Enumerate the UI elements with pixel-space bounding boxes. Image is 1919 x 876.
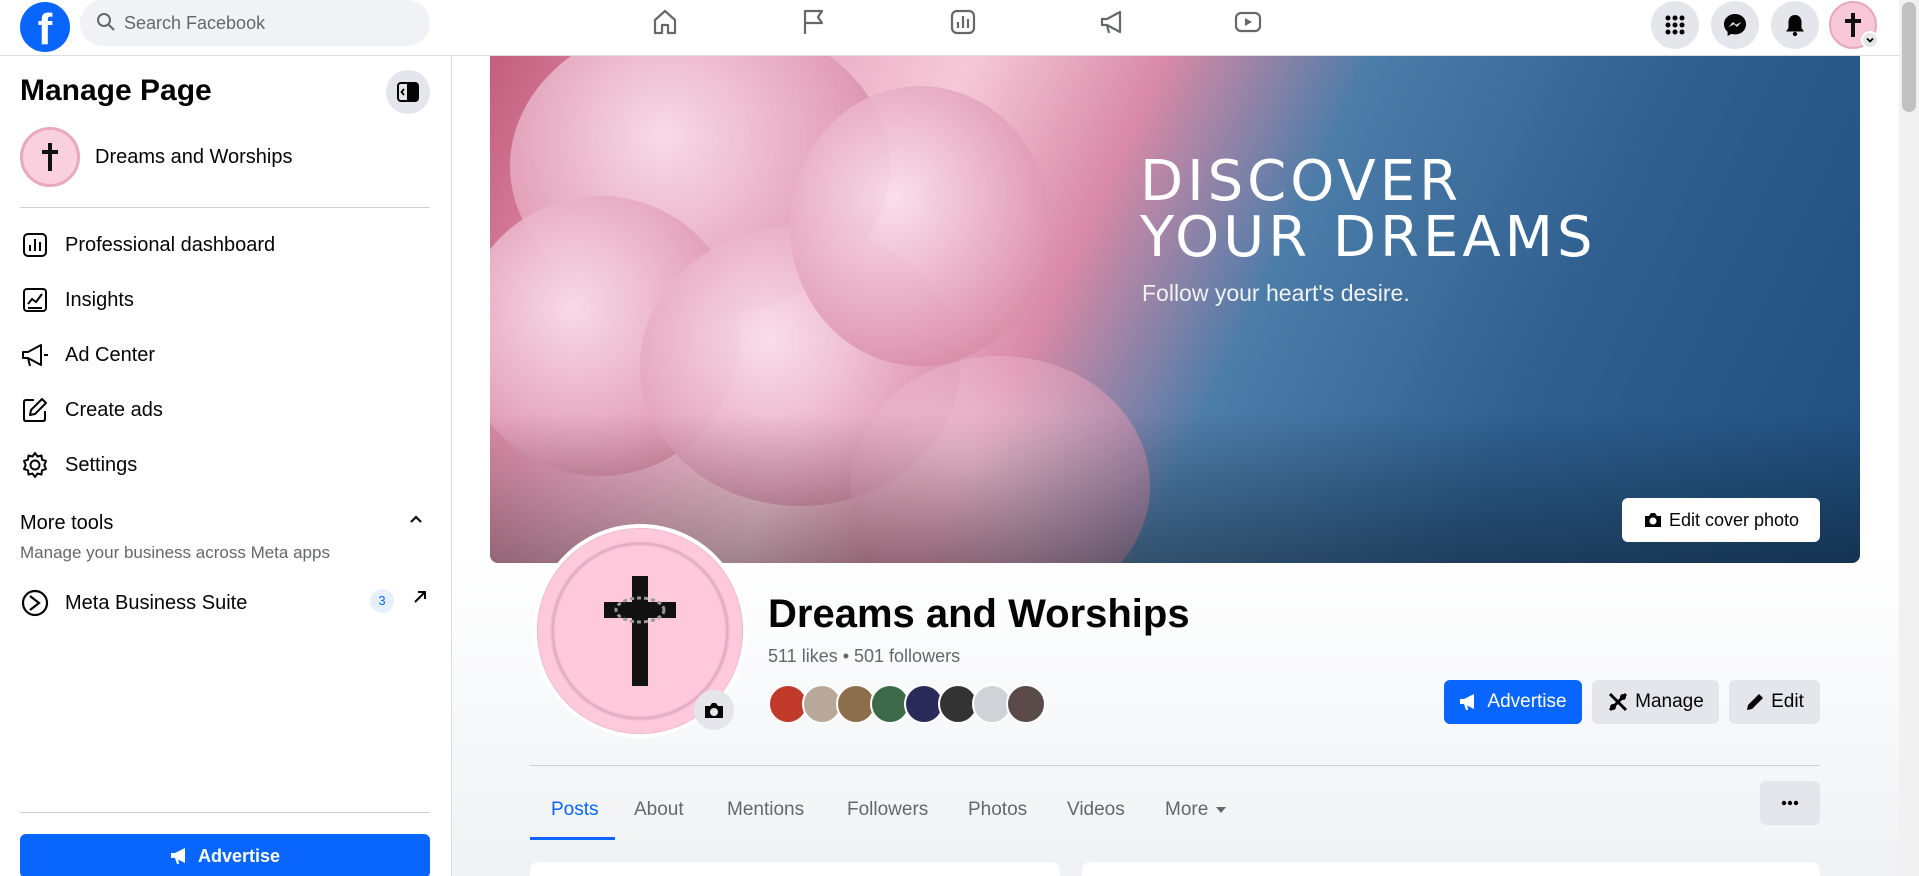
sidebar-item-meta-business-suite[interactable]: Meta Business Suite bbox=[20, 581, 430, 625]
pencil-icon bbox=[1747, 694, 1764, 710]
sidebar-item-label: Settings bbox=[65, 453, 138, 476]
page-avatar bbox=[20, 127, 80, 187]
scrollbar-thumb[interactable] bbox=[1902, 2, 1916, 112]
bell-icon[interactable] bbox=[1771, 1, 1819, 49]
sidebar-item-label: Create ads bbox=[65, 398, 163, 421]
external-link-icon[interactable] bbox=[412, 589, 428, 610]
chevron-down-icon[interactable] bbox=[1861, 31, 1879, 49]
update-profile-picture-button[interactable] bbox=[694, 690, 734, 730]
tab-about[interactable]: About bbox=[634, 780, 684, 840]
tab-posts[interactable]: Posts bbox=[551, 780, 599, 840]
cover-headline: DISCOVER YOUR DREAMS bbox=[1140, 149, 1597, 270]
meta-business-suite-icon bbox=[20, 588, 50, 618]
megaphone-icon[interactable] bbox=[1091, 4, 1135, 40]
advertise-button[interactable]: Advertise bbox=[1444, 680, 1582, 724]
menu-grid-icon[interactable] bbox=[1651, 1, 1699, 49]
composer-card bbox=[1082, 862, 1820, 876]
advertise-label: Advertise bbox=[197, 845, 281, 866]
search-icon bbox=[96, 12, 116, 37]
manage-label: Manage bbox=[1635, 691, 1704, 712]
tab-more-label: More bbox=[1165, 799, 1209, 820]
account-avatar[interactable] bbox=[1829, 1, 1879, 49]
dashboard-icon bbox=[20, 230, 50, 260]
intro-card bbox=[530, 862, 1060, 876]
manage-button[interactable]: Manage bbox=[1592, 680, 1719, 724]
active-tab-indicator bbox=[530, 837, 615, 840]
divider bbox=[530, 765, 1820, 766]
sidebar-item-create-ads[interactable]: Create ads bbox=[20, 388, 430, 432]
advertise-label: Advertise bbox=[1487, 691, 1567, 712]
chart-icon[interactable] bbox=[941, 4, 985, 40]
ellipsis-icon bbox=[1781, 800, 1799, 806]
search-box[interactable] bbox=[80, 0, 430, 46]
notification-count-badge: 3 bbox=[370, 589, 394, 613]
follower-avatar[interactable] bbox=[1006, 684, 1046, 724]
cross-icon bbox=[42, 143, 58, 171]
sidebar-item-label: Insights bbox=[65, 288, 134, 311]
collapse-sidebar-button[interactable] bbox=[386, 70, 430, 114]
facebook-logo[interactable]: f bbox=[20, 2, 70, 52]
page-scrollbar[interactable] bbox=[1899, 0, 1919, 876]
cover-petal bbox=[790, 86, 1050, 366]
tab-more[interactable]: More bbox=[1165, 780, 1228, 840]
edit-cover-photo-button[interactable]: Edit cover photo bbox=[1622, 498, 1820, 542]
flag-icon[interactable] bbox=[791, 4, 835, 40]
messenger-icon[interactable] bbox=[1711, 1, 1759, 49]
sidebar-item-professional-dashboard[interactable]: Professional dashboard bbox=[20, 223, 430, 267]
caret-down-icon bbox=[1216, 807, 1227, 813]
divider bbox=[20, 812, 430, 813]
chevron-up-icon[interactable] bbox=[408, 512, 424, 531]
sidebar-advertise-button[interactable]: Advertise bbox=[20, 834, 430, 876]
divider bbox=[20, 207, 430, 208]
sidebar-item-label: Professional dashboard bbox=[65, 233, 276, 256]
sidebar-item-insights[interactable]: Insights bbox=[20, 278, 430, 322]
tab-followers[interactable]: Followers bbox=[847, 780, 928, 840]
megaphone-icon bbox=[20, 340, 50, 370]
page-title: Dreams and Worships bbox=[768, 592, 1190, 636]
gear-icon bbox=[20, 450, 50, 480]
video-icon[interactable] bbox=[1226, 4, 1270, 40]
sidebar-page-profile[interactable]: Dreams and Worships bbox=[20, 127, 292, 187]
tools-icon bbox=[1609, 692, 1628, 712]
edit-label: Edit bbox=[1771, 691, 1804, 712]
more-tools-subtitle: Manage your business across Meta apps bbox=[20, 543, 330, 562]
sidebar-page-name: Dreams and Worships bbox=[95, 145, 293, 168]
tab-mentions[interactable]: Mentions bbox=[727, 780, 804, 840]
more-options-button[interactable] bbox=[1760, 781, 1820, 825]
more-tools-heading[interactable]: More tools bbox=[20, 512, 113, 535]
page-stats[interactable]: 511 likes • 501 followers bbox=[768, 646, 960, 667]
edit-icon bbox=[20, 395, 50, 425]
sidebar-item-ad-center[interactable]: Ad Center bbox=[20, 333, 430, 377]
sidebar-item-label: Ad Center bbox=[65, 343, 156, 366]
cross-icon bbox=[604, 576, 676, 686]
insights-icon bbox=[20, 285, 50, 315]
manage-page-sidebar: Manage Page Dreams and Worships Professi… bbox=[0, 56, 452, 876]
camera-icon bbox=[705, 703, 723, 718]
tab-videos[interactable]: Videos bbox=[1067, 780, 1125, 840]
home-icon[interactable] bbox=[643, 4, 687, 40]
cover-photo: DISCOVER YOUR DREAMS Follow your heart's… bbox=[490, 56, 1860, 563]
edit-cover-photo-label: Edit cover photo bbox=[1668, 509, 1800, 530]
sidebar-toggle-icon bbox=[397, 82, 419, 102]
sidebar-item-label: Meta Business Suite bbox=[65, 591, 248, 614]
megaphone-icon bbox=[170, 848, 185, 864]
cross-icon bbox=[1845, 13, 1861, 37]
top-navigation-bar: f bbox=[0, 0, 1919, 56]
cover-tagline: Follow your heart's desire. bbox=[1142, 280, 1410, 306]
megaphone-icon bbox=[1460, 694, 1475, 710]
search-input[interactable] bbox=[124, 0, 414, 46]
camera-icon bbox=[1644, 513, 1661, 527]
sidebar-title: Manage Page bbox=[20, 74, 212, 107]
edit-button[interactable]: Edit bbox=[1729, 680, 1820, 724]
tab-photos[interactable]: Photos bbox=[968, 780, 1027, 840]
sidebar-item-settings[interactable]: Settings bbox=[20, 443, 430, 487]
